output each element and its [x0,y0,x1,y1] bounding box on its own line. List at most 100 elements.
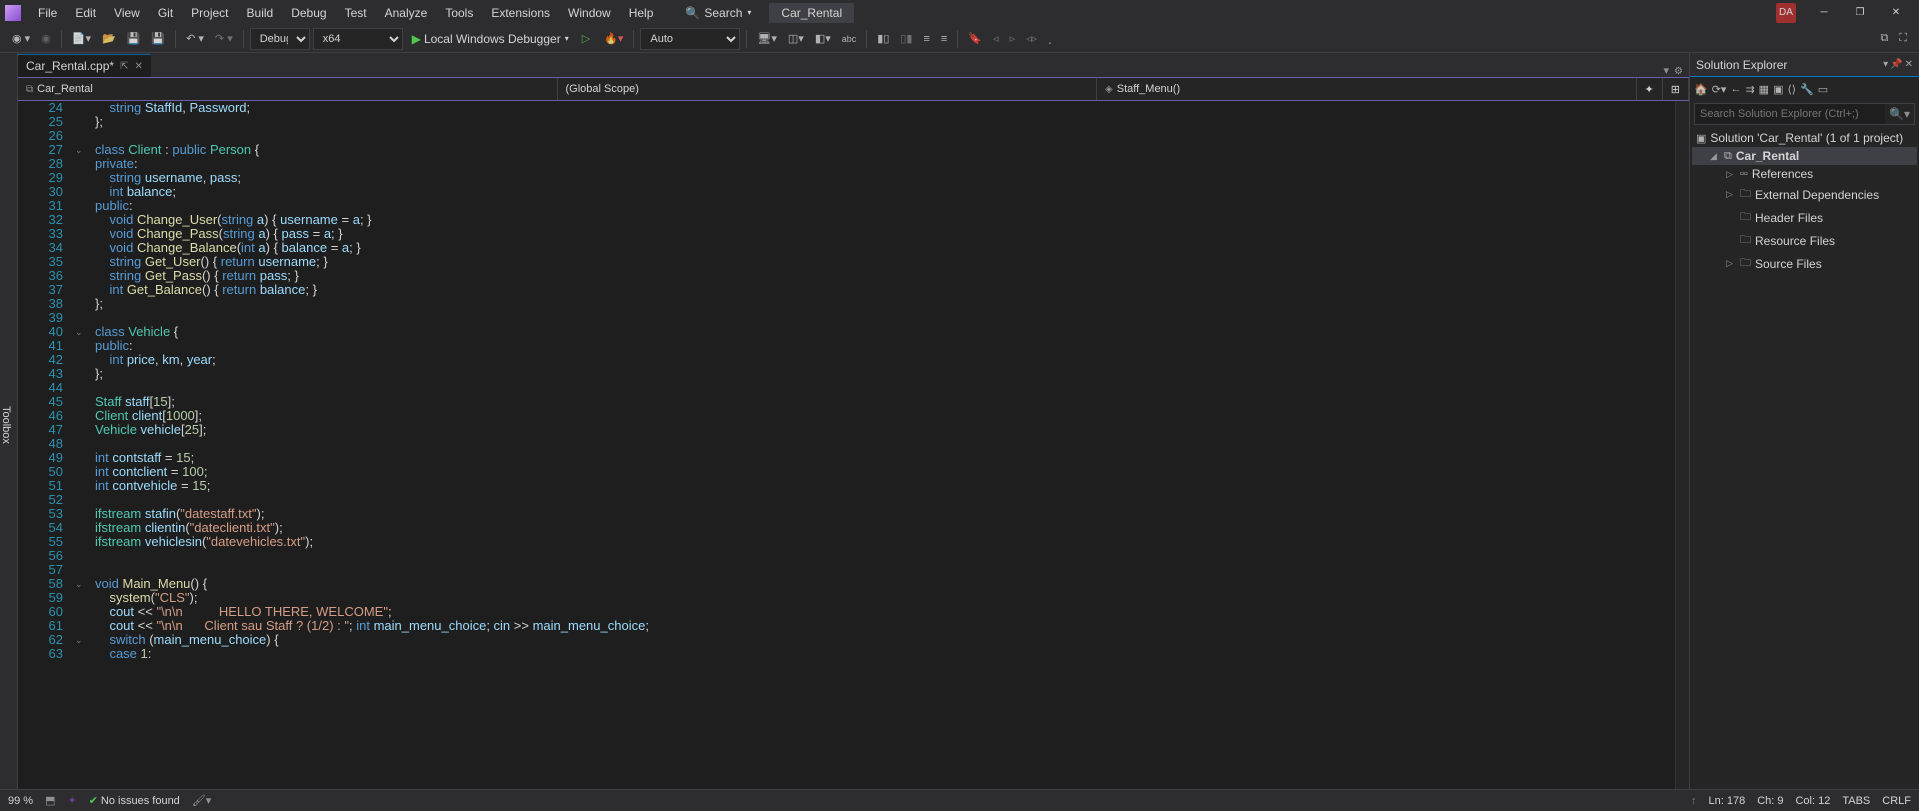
status-brush-icon[interactable]: 🖌▾ [192,794,212,807]
sol-collapse-icon[interactable]: ▣ [1773,83,1783,96]
solution-platform-select[interactable]: x64 [313,28,403,50]
sol-root[interactable]: ▣ Solution 'Car_Rental' (1 of 1 project) [1692,129,1917,147]
zoom-level[interactable]: 99 % [8,795,33,807]
scroll-map[interactable] [1675,101,1689,789]
status-ch[interactable]: Ch: 9 [1757,795,1783,807]
close-tab-button[interactable]: ✕ [134,61,142,72]
pin-icon[interactable]: ⇱ [120,61,128,72]
menu-debug[interactable]: Debug [282,2,335,24]
sol-properties-icon[interactable]: 🔧 [1800,83,1814,96]
menu-extensions[interactable]: Extensions [482,2,559,24]
sol-search-input[interactable] [1695,104,1885,124]
sol-resource-files[interactable]: 🗀 Resource Files [1692,229,1917,252]
sol-header-files[interactable]: 🗀 Header Files [1692,206,1917,229]
user-avatar[interactable]: DA [1776,3,1796,23]
sol-pin-icon[interactable]: 📌 [1890,59,1902,70]
menu-analyze[interactable]: Analyze [376,2,437,24]
debug-target-select[interactable]: Auto [640,28,740,50]
sol-search-box[interactable]: 🔍▾ [1694,103,1915,125]
cpp-project-icon: ⧉ [1724,150,1732,163]
restore-button[interactable]: ❐ [1842,1,1878,25]
app-title-tab[interactable]: Car_Rental [769,3,854,23]
menu-view[interactable]: View [105,2,149,24]
tb-bookmark[interactable]: 🔖 [964,30,986,47]
sol-switch-icon[interactable]: ⇉ [1745,83,1754,96]
tb-comment-out[interactable]: ▮▯ [873,30,893,47]
menu-test[interactable]: Test [336,2,376,24]
save-all-button[interactable]: 💾 [147,30,169,47]
tb-item3[interactable]: ◧▾ [811,30,835,47]
menu-tools[interactable]: Tools [436,2,482,24]
new-project-button[interactable]: 📄▾ [68,30,95,47]
tb-item2[interactable]: ◫▾ [784,30,808,47]
menu-help[interactable]: Help [620,2,663,24]
sol-showall-icon[interactable]: ▦ [1759,83,1769,96]
nav-member-select[interactable]: ◈ Staff_Menu() [1097,78,1637,100]
nav-fwd-button[interactable]: ◉ [37,30,55,47]
tb-feedback[interactable]: ⛶ [1895,30,1911,47]
status-arrow-up[interactable]: ↑ [1691,795,1697,807]
tb-uncomment[interactable]: ▯▮ [896,30,916,47]
sol-home-icon[interactable]: 🏠 [1694,83,1708,96]
status-col[interactable]: Col: 12 [1795,795,1830,807]
tb-bm-clear[interactable]: ◃▹ [1022,30,1041,47]
menu-edit[interactable]: Edit [66,2,105,24]
status-tabs[interactable]: TABS [1842,795,1870,807]
collapsed-arrow-icon[interactable]: ▷ [1726,169,1736,180]
tab-settings-icon[interactable]: ⚙ [1674,66,1683,77]
tb-overflow[interactable]: ˯ [1044,31,1056,47]
close-window-button[interactable]: ✕ [1878,1,1914,25]
tb-outdent[interactable]: ≡ [937,31,951,47]
doc-tab-car-rental[interactable]: Car_Rental.cpp* ⇱ ✕ [18,54,151,77]
search-icon[interactable]: 🔍▾ [1885,104,1914,124]
sol-source-files[interactable]: ▷ 🗀 Source Files [1692,252,1917,275]
open-file-button[interactable]: 📂 [98,30,120,47]
tb-abc[interactable]: abc [838,32,861,46]
menu-file[interactable]: File [29,2,66,24]
search-box[interactable]: 🔍 Search ▾ [677,4,759,22]
solution-config-select[interactable]: Debug [250,28,310,50]
nav-back-button[interactable]: ◉ ▾ [8,30,34,47]
nav-expand-button[interactable]: ⊞ [1663,78,1689,100]
menu-git[interactable]: Git [149,2,182,24]
tb-bm-prev[interactable]: ◃ [989,30,1003,47]
tb-browserlink[interactable]: 🖥▾ [753,30,781,47]
sol-sync-icon[interactable]: ⟳▾ [1712,83,1727,96]
save-button[interactable]: 💾 [123,30,145,47]
status-ln[interactable]: Ln: 178 [1708,795,1745,807]
minimize-button[interactable]: ─ [1806,1,1842,25]
menu-project[interactable]: Project [182,2,237,24]
issues-status[interactable]: ✔ No issues found [89,794,180,807]
nav-project-select[interactable]: ⧉ Car_Rental [18,78,558,100]
start-nodebug-button[interactable]: ▷ [578,30,597,47]
tb-liveshare[interactable]: ⧉ [1876,30,1892,47]
collapsed-arrow-icon[interactable]: ▷ [1726,258,1736,269]
status-icon2[interactable]: ✦ [67,794,76,807]
status-crlf[interactable]: CRLF [1882,795,1911,807]
sol-code-icon[interactable]: ⟨⟩ [1787,83,1796,96]
redo-button[interactable]: ↷ ▾ [211,30,237,47]
sol-dropdown-icon[interactable]: ▾ [1883,59,1888,70]
sol-project[interactable]: ◢ ⧉ Car_Rental [1692,147,1917,165]
sol-close-icon[interactable]: ✕ [1905,59,1913,70]
undo-button[interactable]: ↶ ▾ [182,30,208,47]
toolbox-panel-tab[interactable]: Toolbox [0,53,18,789]
sol-references[interactable]: ▷ ▫▫ References [1692,165,1917,183]
code-editor[interactable]: 2425262728293031323334353637383940414243… [18,101,1689,789]
tb-indent[interactable]: ≡ [919,31,933,47]
start-debug-button[interactable]: ▶ Local Windows Debugger ▾ [406,30,575,48]
sol-back-icon[interactable]: ← [1730,83,1741,95]
collapsed-arrow-icon[interactable]: ▷ [1726,189,1736,200]
tab-dropdown[interactable]: ▾ [1664,64,1670,77]
menu-build[interactable]: Build [238,2,283,24]
sol-preview-icon[interactable]: ▭ [1818,83,1828,96]
expand-arrow-icon[interactable]: ◢ [1710,151,1720,162]
tb-bm-next[interactable]: ▹ [1006,30,1020,47]
nav-scope-select[interactable]: (Global Scope) [558,78,1098,100]
nav-split-button[interactable]: ✦ [1637,78,1663,100]
sol-external-deps[interactable]: ▷ 🗀 External Dependencies [1692,183,1917,206]
status-icon1[interactable]: ⬒ [45,794,55,807]
folder-icon: 🗀 [1740,254,1751,273]
menu-window[interactable]: Window [559,2,620,24]
hotreload-button[interactable]: 🔥▾ [600,30,627,47]
